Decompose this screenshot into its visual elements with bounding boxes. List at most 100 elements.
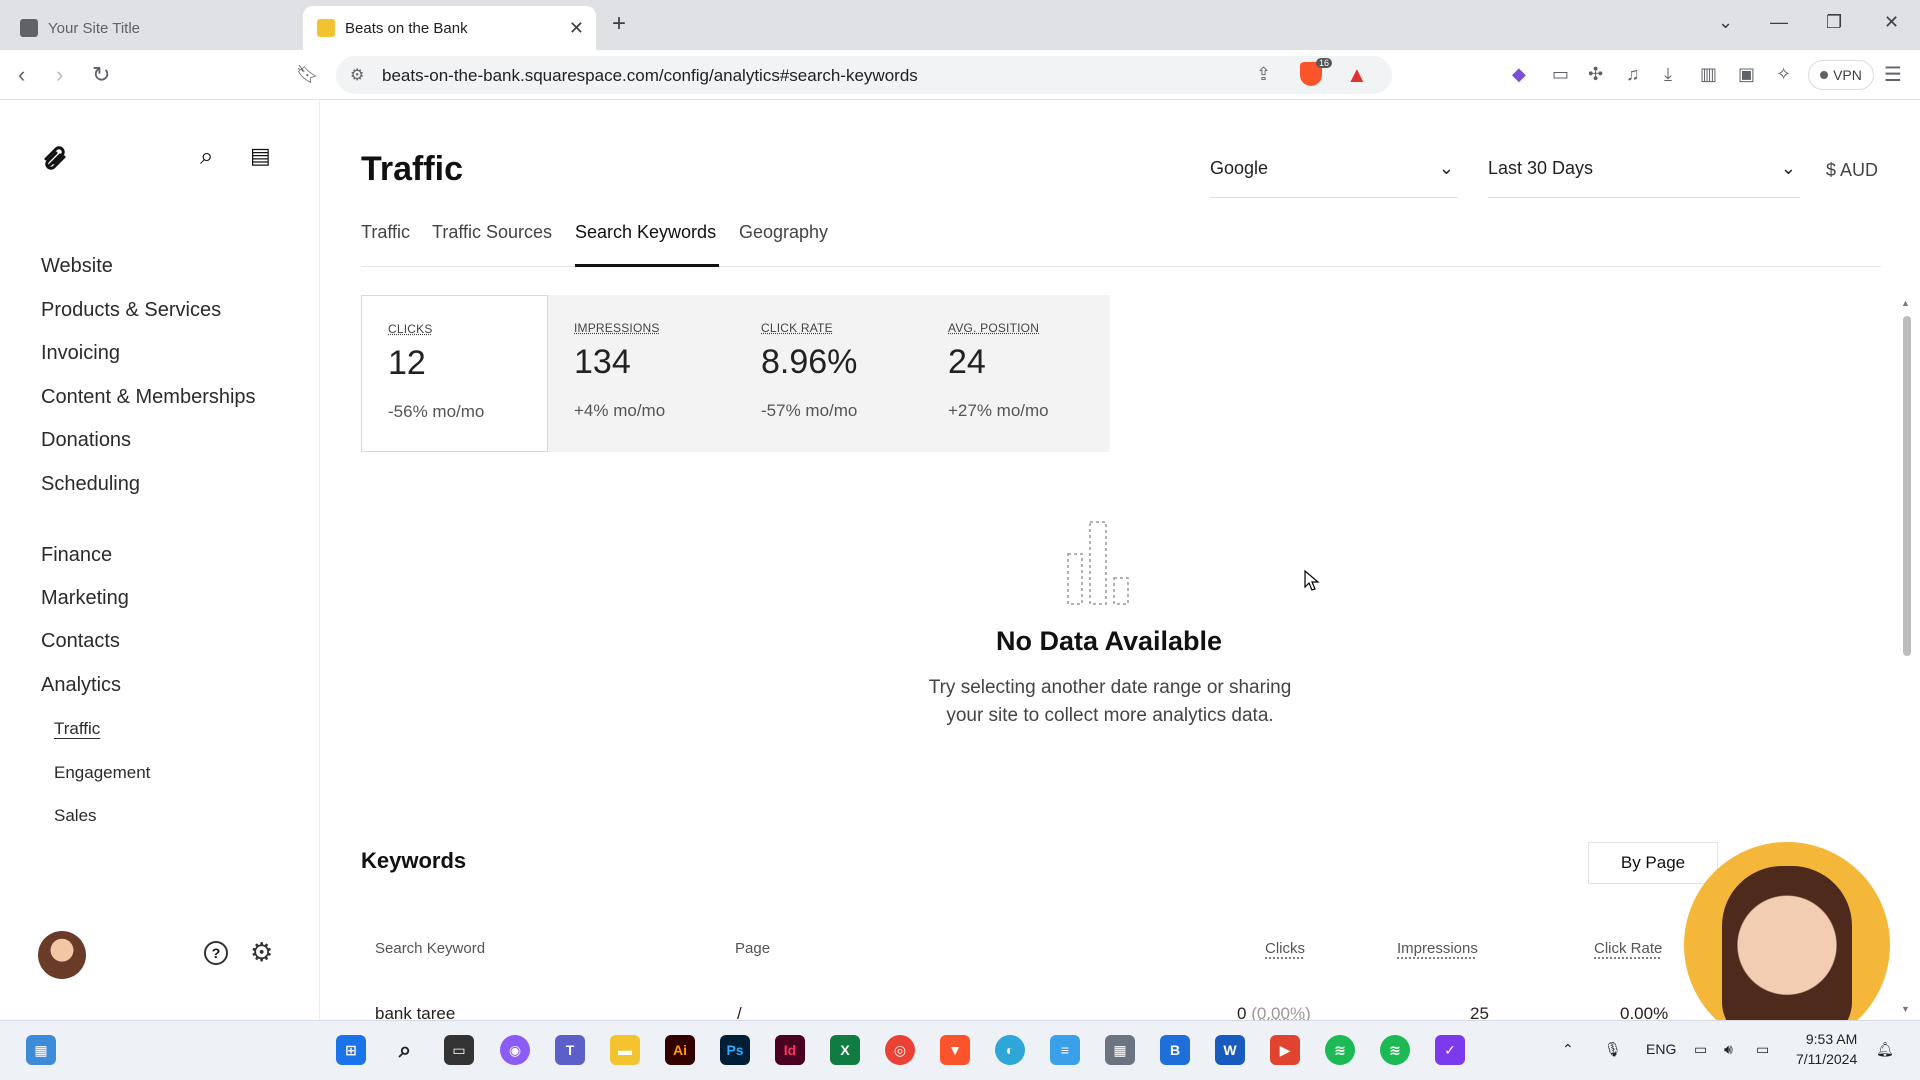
avatar[interactable] bbox=[38, 931, 86, 979]
battery-icon[interactable]: ▭ bbox=[1756, 1041, 1769, 1058]
sidebar-item-content[interactable]: Content & Memberships bbox=[41, 386, 256, 409]
column-header-clicks[interactable]: Clicks bbox=[1265, 940, 1305, 957]
calculator-icon[interactable]: ▦ bbox=[1105, 1035, 1135, 1065]
currency-label[interactable]: $ AUD bbox=[1826, 160, 1878, 181]
tab-geography[interactable]: Geography bbox=[739, 222, 828, 243]
app-icon[interactable]: B bbox=[1160, 1035, 1190, 1065]
sidebar-item-invoicing[interactable]: Invoicing bbox=[41, 342, 120, 365]
edit-panel-icon[interactable]: ▤ bbox=[250, 143, 271, 169]
stat-card-clicks[interactable]: CLICKS 12 -56% mo/mo bbox=[361, 295, 548, 452]
chevron-down-icon: ⌄ bbox=[1438, 158, 1454, 178]
sidebar-sub-engagement[interactable]: Engagement bbox=[54, 763, 150, 783]
search-icon[interactable]: ⌕ bbox=[200, 143, 213, 171]
task-view-icon[interactable]: ▭ bbox=[444, 1035, 474, 1065]
sidebar-item-products[interactable]: Products & Services bbox=[41, 299, 221, 322]
column-header-impressions[interactable]: Impressions bbox=[1397, 940, 1478, 957]
notification-icon[interactable]: 🔔︎ bbox=[1876, 1041, 1894, 1058]
extension-icon[interactable]: ▭ bbox=[1552, 64, 1569, 85]
webcam-overlay bbox=[1684, 842, 1890, 1048]
file-explorer-icon[interactable]: ▬ bbox=[610, 1035, 640, 1065]
sidebar-item-scheduling[interactable]: Scheduling bbox=[41, 473, 140, 496]
browser-tab[interactable]: Your Site Title bbox=[0, 6, 300, 50]
leo-ai-icon[interactable]: ✧ bbox=[1776, 64, 1791, 85]
bookmark-icon[interactable]: 🔖︎ bbox=[296, 64, 319, 85]
sidebar-item-marketing[interactable]: Marketing bbox=[41, 587, 129, 610]
puzzle-icon[interactable]: ✣ bbox=[1588, 64, 1603, 85]
sidebar-item-donations[interactable]: Donations bbox=[41, 429, 131, 452]
date-range-select[interactable]: Last 30 Days ⌄ bbox=[1488, 150, 1800, 198]
globe-app-icon[interactable]: ◐ bbox=[995, 1035, 1025, 1065]
sidebar-item-website[interactable]: Website bbox=[41, 255, 113, 278]
reload-icon[interactable]: ↻ bbox=[92, 62, 110, 88]
notepad-icon[interactable]: ≡ bbox=[1050, 1035, 1080, 1065]
restore-icon[interactable]: ❐ bbox=[1826, 12, 1842, 33]
back-icon[interactable]: ‹ bbox=[18, 62, 25, 88]
column-header-page[interactable]: Page bbox=[735, 940, 770, 957]
forward-icon[interactable]: › bbox=[56, 62, 63, 88]
sidebar-item-analytics[interactable]: Analytics bbox=[41, 674, 121, 697]
vpn-dot-icon bbox=[1820, 71, 1829, 79]
sidebar-item-finance[interactable]: Finance bbox=[41, 544, 112, 567]
tab-search-icon[interactable]: ⌄ bbox=[1718, 12, 1733, 33]
brave-browser-icon[interactable]: ▼ bbox=[940, 1035, 970, 1065]
stat-card-click-rate[interactable]: CLICK RATE 8.96% -57% mo/mo bbox=[735, 295, 922, 452]
new-tab-icon[interactable]: + bbox=[612, 10, 626, 38]
tray-overflow-icon[interactable]: ⌃ bbox=[1562, 1041, 1574, 1058]
widgets-icon[interactable]: ▦ bbox=[26, 1035, 56, 1065]
scroll-down-icon[interactable]: ▼ bbox=[1901, 1004, 1910, 1014]
minimize-icon[interactable]: — bbox=[1770, 12, 1788, 33]
microphone-icon[interactable]: 🎙︎ bbox=[1604, 1041, 1622, 1058]
tab-search-keywords[interactable]: Search Keywords bbox=[575, 222, 716, 243]
squarespace-logo-icon[interactable] bbox=[40, 143, 70, 173]
spotify-icon[interactable]: ≋ bbox=[1380, 1035, 1410, 1065]
network-icon[interactable]: ▭ bbox=[1694, 1041, 1707, 1058]
sidebar-toggle-icon[interactable]: ▥ bbox=[1700, 64, 1717, 85]
brave-rewards-icon[interactable]: ▲ bbox=[1346, 62, 1368, 88]
source-select[interactable]: Google ⌄ bbox=[1210, 150, 1458, 198]
address-bar[interactable]: ⚙ beats-on-the-bank.squarespace.com/conf… bbox=[336, 56, 1392, 94]
by-page-toggle[interactable]: By Page bbox=[1588, 842, 1718, 884]
column-header-click-rate[interactable]: Click Rate bbox=[1594, 940, 1662, 957]
tab-traffic-sources[interactable]: Traffic Sources bbox=[432, 222, 552, 243]
close-tab-icon[interactable]: ✕ bbox=[569, 18, 584, 39]
illustrator-icon[interactable]: Ai bbox=[665, 1035, 695, 1065]
volume-icon[interactable]: 🔊︎ bbox=[1724, 1041, 1733, 1058]
menu-icon[interactable]: ☰ bbox=[1884, 62, 1902, 87]
copilot-icon[interactable]: ◉ bbox=[500, 1035, 530, 1065]
scrollbar-thumb[interactable] bbox=[1903, 316, 1911, 656]
system-clock[interactable]: 9:53 AM 7/11/2024 bbox=[1796, 1029, 1857, 1069]
spotify-icon[interactable]: ≋ bbox=[1325, 1035, 1355, 1065]
app-icon[interactable]: ▶ bbox=[1270, 1035, 1300, 1065]
indesign-icon[interactable]: Id bbox=[775, 1035, 805, 1065]
sidebar-sub-traffic[interactable]: Traffic bbox=[54, 719, 100, 739]
photoshop-icon[interactable]: Ps bbox=[720, 1035, 750, 1065]
scroll-up-icon[interactable]: ▲ bbox=[1901, 298, 1910, 308]
media-icon[interactable]: ♫ bbox=[1626, 64, 1640, 85]
share-icon[interactable]: ⇪ bbox=[1256, 64, 1271, 85]
stat-card-avg-position[interactable]: AVG. POSITION 24 +27% mo/mo bbox=[922, 295, 1109, 452]
windows-start-icon[interactable]: ⊞ bbox=[336, 1035, 366, 1065]
language-indicator[interactable]: ENG bbox=[1646, 1041, 1676, 1057]
tab-traffic[interactable]: Traffic bbox=[361, 222, 410, 243]
help-icon[interactable]: ? bbox=[204, 941, 228, 965]
gear-icon[interactable]: ⚙ bbox=[250, 937, 273, 968]
wallet-icon[interactable]: ▣ bbox=[1738, 64, 1755, 85]
search-icon[interactable]: ⌕ bbox=[390, 1035, 420, 1065]
column-header-keyword[interactable]: Search Keyword bbox=[375, 940, 485, 957]
sidebar-sub-sales[interactable]: Sales bbox=[54, 806, 97, 826]
app-icon[interactable]: ✓ bbox=[1435, 1035, 1465, 1065]
close-window-icon[interactable]: ✕ bbox=[1884, 12, 1899, 33]
stat-change: +27% mo/mo bbox=[948, 401, 1049, 420]
teams-icon[interactable]: T bbox=[555, 1035, 585, 1065]
word-icon[interactable]: W bbox=[1215, 1035, 1245, 1065]
stat-label: IMPRESSIONS bbox=[574, 321, 660, 335]
stat-label: AVG. POSITION bbox=[948, 321, 1040, 335]
vpn-button[interactable]: VPN bbox=[1808, 60, 1874, 90]
excel-icon[interactable]: X bbox=[830, 1035, 860, 1065]
chrome-icon[interactable]: ◎ bbox=[885, 1035, 915, 1065]
stat-card-impressions[interactable]: IMPRESSIONS 134 +4% mo/mo bbox=[548, 295, 735, 452]
browser-tab-active[interactable]: Beats on the Bank ✕ bbox=[303, 6, 596, 50]
download-icon[interactable]: ⤓ bbox=[1664, 64, 1672, 85]
site-info-icon[interactable]: ⚙ bbox=[350, 65, 364, 85]
extension-icon[interactable]: ◆ bbox=[1512, 64, 1526, 85]
